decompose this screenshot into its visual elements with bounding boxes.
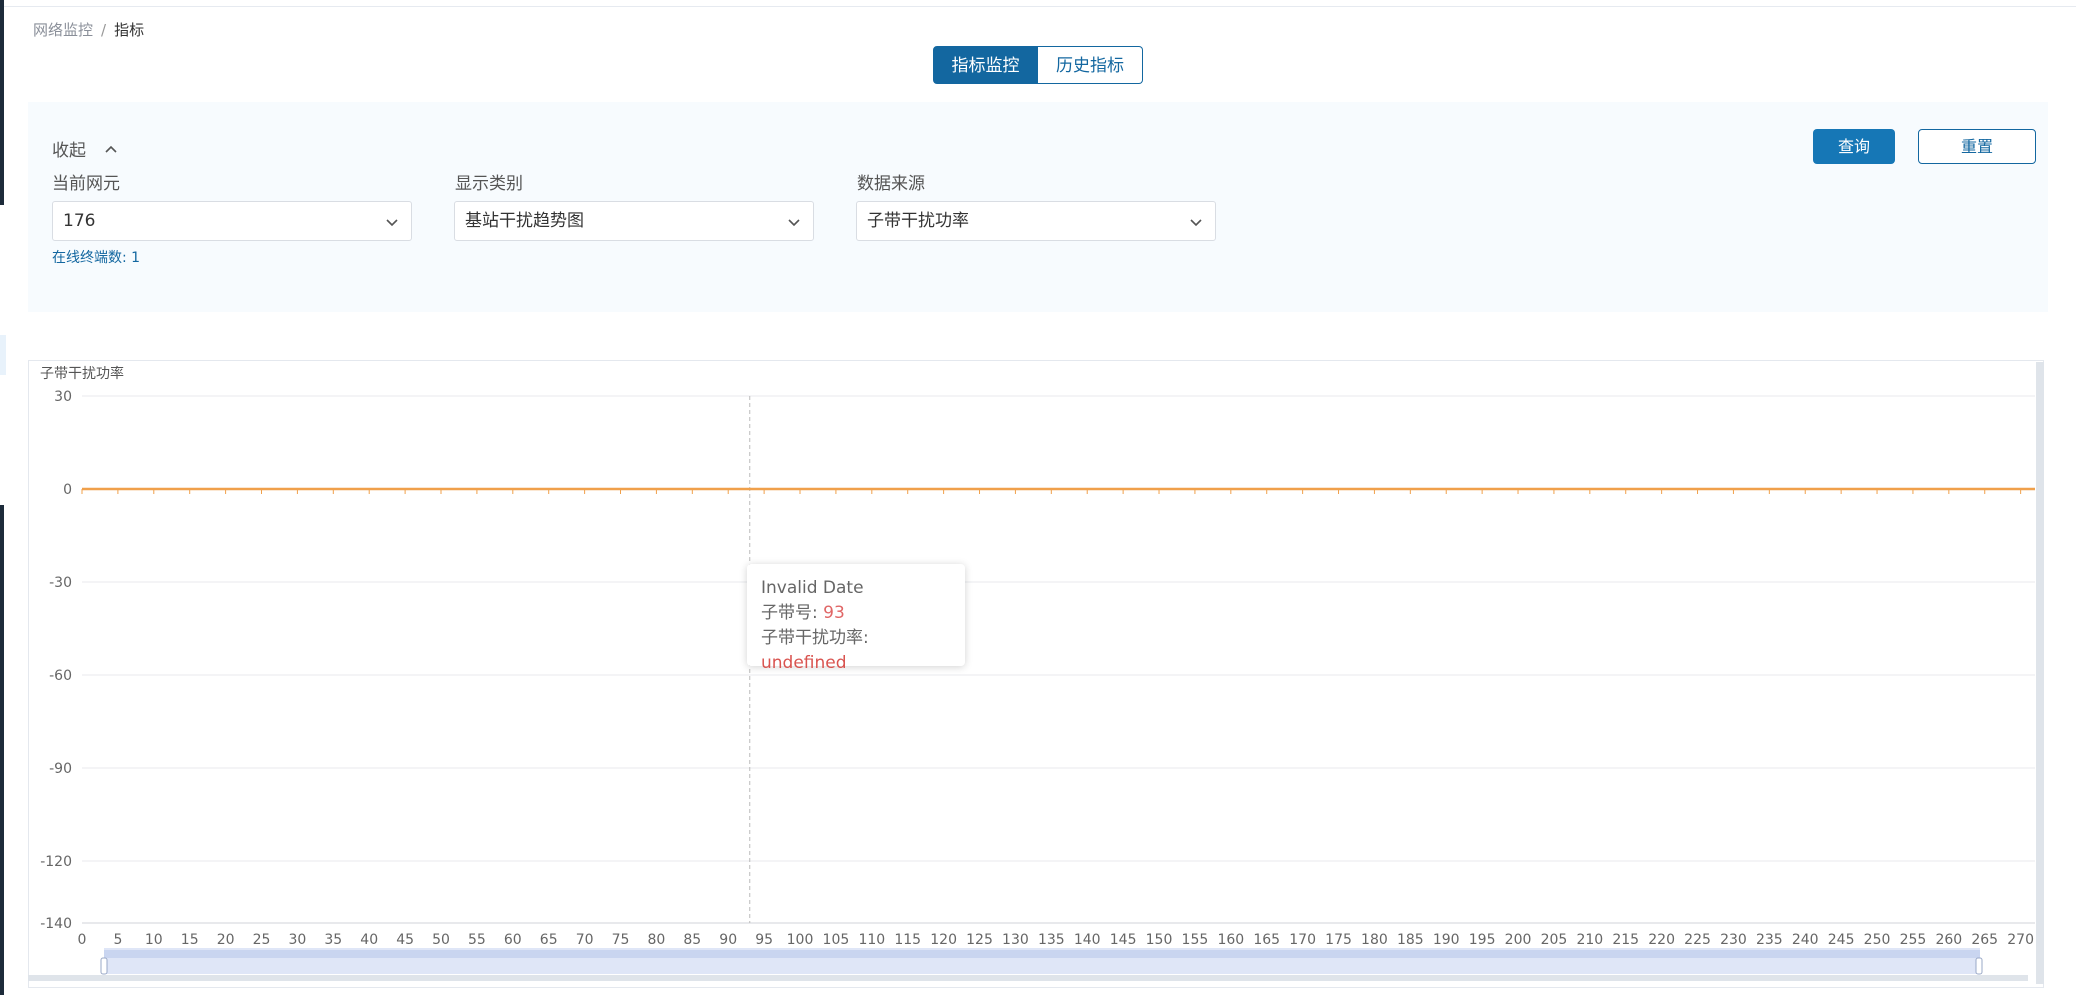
- datazoom-handle-right[interactable]: [1975, 957, 1983, 975]
- tooltip-row-power: 子带干扰功率: undefined: [761, 626, 951, 676]
- x-tick-label: 260: [1935, 932, 1962, 948]
- x-tick-label: 95: [755, 932, 773, 948]
- x-tick-label: 160: [1217, 932, 1244, 948]
- x-tick-label: 130: [1002, 932, 1029, 948]
- x-tick-label: 180: [1361, 932, 1388, 948]
- x-tick-label: 200: [1505, 932, 1532, 948]
- x-tick-label: 35: [324, 932, 342, 948]
- x-tick-label: 195: [1469, 932, 1496, 948]
- x-tick-label: 235: [1756, 932, 1783, 948]
- chart-tooltip: Invalid Date 子带号: 93 子带干扰功率: undefined: [747, 564, 965, 673]
- x-tick-label: 150: [1146, 932, 1173, 948]
- x-tick-label: 145: [1110, 932, 1137, 948]
- x-tick-label: 50: [432, 932, 450, 948]
- tooltip-power-value: undefined: [761, 653, 847, 673]
- x-tick-label: 250: [1864, 932, 1891, 948]
- x-tick-label: 210: [1576, 932, 1603, 948]
- x-tick-label: 165: [1253, 932, 1280, 948]
- x-tick-label: 30: [288, 932, 306, 948]
- x-tick-label: 240: [1792, 932, 1819, 948]
- tooltip-subband-value: 93: [823, 603, 845, 623]
- x-tick-label: 115: [894, 932, 921, 948]
- x-tick-label: 55: [468, 932, 486, 948]
- x-tick-label: 135: [1038, 932, 1065, 948]
- datazoom-window[interactable]: [104, 950, 1980, 958]
- x-tick-label: 5: [113, 932, 122, 948]
- x-tick-label: 170: [1289, 932, 1316, 948]
- x-tick-label: 125: [966, 932, 993, 948]
- x-tick-label: 270: [2007, 932, 2034, 948]
- x-tick-label: 110: [858, 932, 885, 948]
- x-tick-label: 60: [504, 932, 522, 948]
- x-tick-label: 80: [647, 932, 665, 948]
- x-tick-label: 120: [930, 932, 957, 948]
- x-tick-label: 20: [217, 932, 235, 948]
- x-tick-label: 45: [396, 932, 414, 948]
- x-tick-label: 10: [145, 932, 163, 948]
- x-tick-label: 220: [1648, 932, 1675, 948]
- line-chart[interactable]: 30 0 -30 -60 -90 -120 -140 0 5 10 15 20 25 30 35 40 45 5…: [0, 0, 2082, 995]
- x-tick-label: 205: [1541, 932, 1568, 948]
- x-tick-label: 265: [1971, 932, 1998, 948]
- y-tick-label: -60: [49, 668, 72, 684]
- y-tick-label: -140: [40, 916, 72, 932]
- x-tick-label: 245: [1828, 932, 1855, 948]
- y-tick-label: -30: [49, 575, 72, 591]
- x-tick-label: 70: [576, 932, 594, 948]
- x-tick-label: 25: [253, 932, 271, 948]
- x-tick-label: 255: [1900, 932, 1927, 948]
- x-tick-label: 105: [823, 932, 850, 948]
- x-tick-label: 225: [1684, 932, 1711, 948]
- x-tick-label: 100: [787, 932, 814, 948]
- x-tick-label: 90: [719, 932, 737, 948]
- x-tick-label: 140: [1074, 932, 1101, 948]
- x-tick-label: 185: [1397, 932, 1424, 948]
- y-tick-label: 30: [54, 389, 72, 405]
- x-tick-label: 215: [1612, 932, 1639, 948]
- x-tick-label: 65: [540, 932, 558, 948]
- tooltip-title: Invalid Date: [761, 578, 864, 598]
- y-tick-label: 0: [63, 482, 72, 498]
- x-tick-label: 0: [78, 932, 87, 948]
- x-tick-label: 75: [612, 932, 630, 948]
- datazoom-handle-left[interactable]: [100, 957, 108, 975]
- x-tick-label: 230: [1720, 932, 1747, 948]
- x-tick-label: 40: [360, 932, 378, 948]
- x-tick-label: 155: [1182, 932, 1209, 948]
- x-tick-label: 15: [181, 932, 199, 948]
- y-tick-label: -90: [49, 761, 72, 777]
- x-tick-label: 85: [683, 932, 701, 948]
- tooltip-power-label: 子带干扰功率:: [761, 628, 869, 648]
- tooltip-subband-label: 子带号:: [761, 603, 824, 623]
- x-tick-label: 190: [1433, 932, 1460, 948]
- x-tick-label: 175: [1325, 932, 1352, 948]
- y-tick-label: -120: [40, 854, 72, 870]
- tooltip-row-subband: 子带号: 93: [761, 601, 951, 626]
